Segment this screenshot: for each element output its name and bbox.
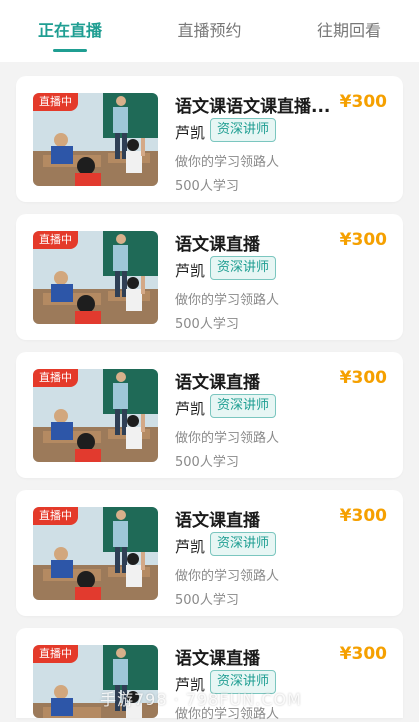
live-badge: 直播中 bbox=[33, 507, 78, 525]
learner-count: 500人学习 bbox=[175, 317, 239, 332]
teacher-badge: 资深讲师 bbox=[210, 256, 277, 280]
course-title: 语文课语文课直播... bbox=[175, 97, 331, 117]
course-card[interactable]: 直播中 语文课直播 ¥300 芦凯 资深讲师 做你的学习领路人 bbox=[16, 628, 403, 722]
teacher-name: 芦凯 bbox=[175, 262, 206, 280]
course-title: 语文课直播 bbox=[175, 649, 260, 669]
live-badge: 直播中 bbox=[33, 231, 78, 249]
course-thumbnail: 直播中 bbox=[33, 231, 158, 324]
course-price: ¥300 bbox=[339, 92, 387, 112]
course-thumbnail: 直播中 bbox=[33, 93, 158, 186]
teacher-badge: 资深讲师 bbox=[210, 532, 277, 556]
course-description: 做你的学习领路人 bbox=[175, 431, 280, 446]
course-description: 做你的学习领路人 bbox=[175, 569, 280, 584]
course-card[interactable]: 直播中 语文课直播 ¥300 芦凯 资深讲师 做你的学习领路人 500人学习 bbox=[16, 352, 403, 478]
teacher-name: 芦凯 bbox=[175, 676, 206, 694]
tab-live-booking[interactable]: 直播预约 bbox=[177, 20, 241, 42]
learner-count: 500人学习 bbox=[175, 593, 239, 608]
course-card[interactable]: 直播中 语文课语文课直播... ¥300 芦凯 资深讲师 做你的学习领路人 50… bbox=[16, 76, 403, 202]
live-badge: 直播中 bbox=[33, 369, 78, 387]
top-tabs: 正在直播 直播预约 往期回看 bbox=[0, 0, 419, 62]
course-thumbnail: 直播中 bbox=[33, 507, 158, 600]
course-description: 做你的学习领路人 bbox=[175, 293, 280, 308]
course-price: ¥300 bbox=[339, 230, 387, 250]
course-description: 做你的学习领路人 bbox=[175, 155, 280, 170]
course-price: ¥300 bbox=[339, 368, 387, 388]
course-title: 语文课直播 bbox=[175, 511, 260, 531]
live-badge: 直播中 bbox=[33, 645, 78, 663]
tab-live-now[interactable]: 正在直播 bbox=[38, 20, 102, 42]
teacher-badge: 资深讲师 bbox=[210, 118, 277, 142]
tab-replay[interactable]: 往期回看 bbox=[317, 20, 381, 42]
course-price: ¥300 bbox=[339, 506, 387, 526]
teacher-badge: 资深讲师 bbox=[210, 670, 277, 694]
course-title: 语文课直播 bbox=[175, 235, 260, 255]
learner-count: 500人学习 bbox=[175, 455, 239, 470]
course-price: ¥300 bbox=[339, 644, 387, 664]
live-badge: 直播中 bbox=[33, 93, 78, 111]
teacher-name: 芦凯 bbox=[175, 124, 206, 142]
course-description: 做你的学习领路人 bbox=[175, 707, 280, 722]
teacher-name: 芦凯 bbox=[175, 400, 206, 418]
course-card[interactable]: 直播中 语文课直播 ¥300 芦凯 资深讲师 做你的学习领路人 500人学习 bbox=[16, 214, 403, 340]
course-thumbnail: 直播中 bbox=[33, 645, 158, 718]
course-card[interactable]: 直播中 语文课直播 ¥300 芦凯 资深讲师 做你的学习领路人 500人学习 bbox=[16, 490, 403, 616]
learner-count: 500人学习 bbox=[175, 179, 239, 194]
course-title: 语文课直播 bbox=[175, 373, 260, 393]
teacher-name: 芦凯 bbox=[175, 538, 206, 556]
course-thumbnail: 直播中 bbox=[33, 369, 158, 462]
teacher-badge: 资深讲师 bbox=[210, 394, 277, 418]
